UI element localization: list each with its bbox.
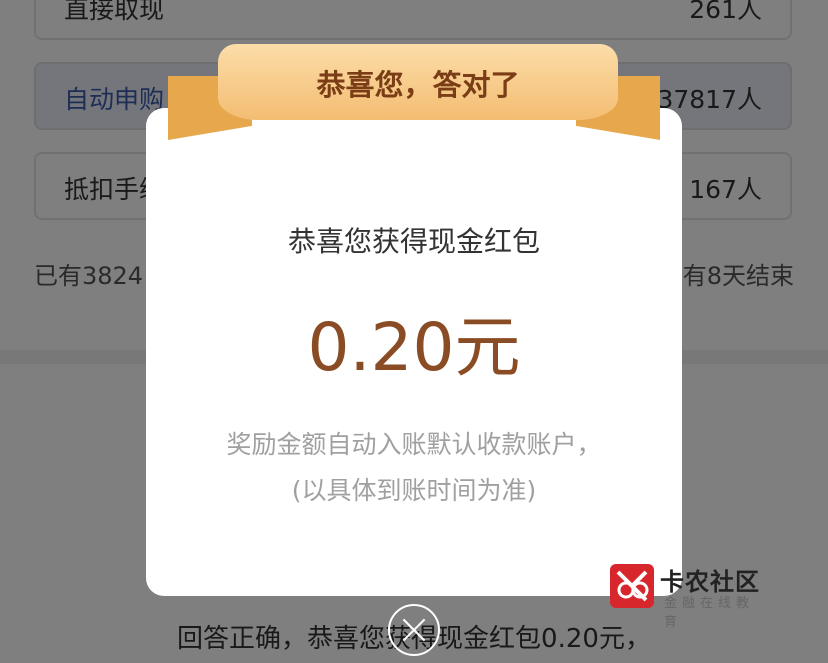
congrats-ribbon: 恭喜您，答对了 <box>218 44 618 120</box>
ribbon-text: 恭喜您，答对了 <box>316 68 520 102</box>
reward-note-line2: (以具体到账时间为准) <box>291 476 537 505</box>
reward-note: 奖励金额自动入账默认收款账户， (以具体到账时间为准) <box>146 422 682 514</box>
modal-title: 恭喜您获得现金红包 <box>287 225 540 258</box>
close-icon[interactable] <box>388 604 440 656</box>
reward-modal: 恭喜您获得现金红包 0.20元 奖励金额自动入账默认收款账户， (以具体到账时间… <box>146 108 682 596</box>
watermark: 卡农社区 金融在线教育 <box>608 562 768 630</box>
reward-note-line1: 奖励金额自动入账默认收款账户， <box>226 430 602 459</box>
watermark-subtitle: 金融在线教育 <box>664 596 755 630</box>
reward-amount: 0.20元 <box>307 309 521 386</box>
kanong-logo-icon <box>610 564 654 608</box>
